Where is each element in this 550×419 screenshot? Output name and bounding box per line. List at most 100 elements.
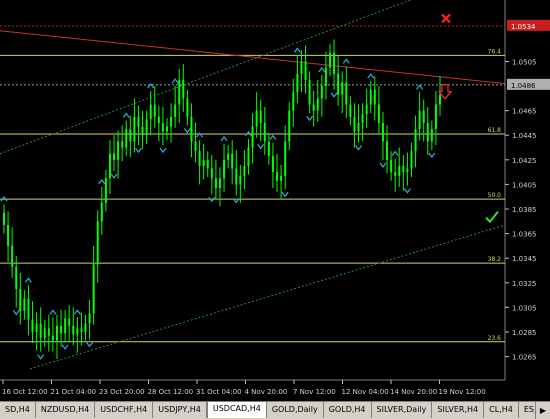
fractal-up-arrow xyxy=(269,134,277,140)
candle-body xyxy=(137,116,140,127)
candle-body xyxy=(361,114,364,123)
candle-body xyxy=(47,328,50,336)
candle-body xyxy=(439,94,441,105)
fractal-up-arrow xyxy=(220,135,228,142)
candle-body xyxy=(296,73,299,93)
tab-sd-h4[interactable]: SD,H4 xyxy=(0,402,36,418)
tab-gold-daily[interactable]: GOLD,Daily xyxy=(267,402,324,418)
tab-usdjpy-h4[interactable]: USDJPY,H4 xyxy=(153,402,207,418)
tab-silver-h4[interactable]: SILVER,H4 xyxy=(432,402,485,418)
candle-body xyxy=(276,172,279,181)
candle-body xyxy=(72,325,75,335)
candle-body xyxy=(186,98,189,117)
candle-body xyxy=(357,122,360,132)
fractal-down-arrow xyxy=(330,92,338,98)
candle-body xyxy=(55,325,58,341)
target-check-icon xyxy=(485,210,499,224)
resistance-trendline xyxy=(0,30,506,85)
candle-body xyxy=(15,266,18,289)
candle-body xyxy=(255,110,258,127)
candle-body xyxy=(60,325,63,334)
candle-body xyxy=(51,335,54,341)
candle-body xyxy=(214,178,217,189)
candle-body xyxy=(198,151,201,166)
fractal-down-arrow xyxy=(355,145,362,151)
fractal-down-arrow xyxy=(183,128,191,134)
tab-scroll-right-icon[interactable]: ▶ xyxy=(535,402,550,419)
fractal-down-arrow xyxy=(86,341,94,348)
candle-body xyxy=(121,141,124,148)
candle-body xyxy=(149,104,152,120)
fractal-up-arrow xyxy=(416,84,424,90)
current-price-label: 1.0486 xyxy=(511,82,536,90)
fractal-down-arrow xyxy=(110,173,118,179)
candle-body xyxy=(7,225,10,246)
candle-body xyxy=(170,116,173,127)
candle-body xyxy=(11,245,14,267)
fractal-down-arrow xyxy=(61,344,69,350)
candle-body xyxy=(104,178,107,203)
candle-body xyxy=(410,151,413,169)
candle-body xyxy=(381,122,384,142)
stop-price-label: 1.0534 xyxy=(511,23,536,31)
candle-body xyxy=(88,313,91,324)
candle-body xyxy=(243,165,246,176)
fractal-up-arrow xyxy=(293,47,301,53)
fractal-down-arrow xyxy=(306,115,314,122)
tab-cl-h4[interactable]: CL,H4 xyxy=(484,402,519,418)
candle-body xyxy=(39,323,42,339)
candle-body xyxy=(113,153,116,160)
fractal-down-arrow xyxy=(37,354,45,360)
tab-usdcad-h4[interactable]: USDCAD,H4 xyxy=(206,402,267,418)
candle-body xyxy=(27,298,30,320)
price-tick-label: 1.0505 xyxy=(512,58,537,66)
time-tick-label: 12 Nov 04:00 xyxy=(342,388,389,396)
candle-body xyxy=(304,61,307,80)
fractal-down-arrow xyxy=(379,162,387,168)
fractal-up-arrow xyxy=(24,277,32,283)
candle-body xyxy=(308,79,311,105)
candle-body xyxy=(333,52,336,74)
candle-body xyxy=(19,288,22,312)
time-tick-label: 14 Nov 20:00 xyxy=(390,388,437,396)
candle-body xyxy=(3,212,5,225)
fractal-up-arrow xyxy=(98,178,106,185)
candle-body xyxy=(129,129,132,142)
fib-level-label: 61.8 xyxy=(488,127,502,134)
price-tick-label: 1.0425 xyxy=(512,157,537,165)
fractal-up-arrow xyxy=(49,309,57,315)
fractal-up-arrow xyxy=(122,112,130,118)
fib-level-label: 76.4 xyxy=(488,48,502,55)
candle-body xyxy=(23,298,26,312)
tab-nzdusd-h4[interactable]: NZDUSD,H4 xyxy=(36,402,96,418)
candle-body xyxy=(178,79,181,105)
fractal-up-arrow xyxy=(318,67,326,73)
price-tick-label: 1.0285 xyxy=(512,329,537,337)
candle-body xyxy=(223,159,226,179)
fractal-down-arrow xyxy=(281,191,289,198)
candle-body xyxy=(194,141,197,152)
candle-body xyxy=(165,126,168,132)
fib-level-label: 23.6 xyxy=(488,335,502,342)
candle-body xyxy=(373,89,376,105)
tab-gold-h4[interactable]: GOLD,H4 xyxy=(324,402,372,418)
candle-body xyxy=(157,116,160,123)
tab-usdchf-h4[interactable]: USDCHF,H4 xyxy=(95,402,154,418)
candle-body xyxy=(202,159,205,166)
candle-body xyxy=(227,153,230,160)
fractal-down-arrow xyxy=(134,147,142,154)
time-tick-label: 19 Nov 12:00 xyxy=(439,388,486,396)
chart-tab-bar: SD,H4 NZDUSD,H4 USDCHF,H4 USDJPY,H4 USDC… xyxy=(0,401,550,419)
fractal-up-arrow xyxy=(73,309,81,315)
tab-silver-daily[interactable]: SILVER,Daily xyxy=(372,402,433,418)
channel-upper-line xyxy=(0,0,413,155)
candle-body xyxy=(316,98,319,111)
candle-body xyxy=(259,110,262,123)
candle-body xyxy=(414,129,417,152)
candle-body xyxy=(80,328,83,332)
candle-body xyxy=(68,318,71,326)
price-chart[interactable]: 1.0505 1.0465 1.0445 1.0425 1.0405 1.0385 1.03… xyxy=(0,0,550,401)
candle-body xyxy=(422,110,425,123)
candle-body xyxy=(365,104,368,115)
fractal-up-arrow xyxy=(342,58,350,64)
